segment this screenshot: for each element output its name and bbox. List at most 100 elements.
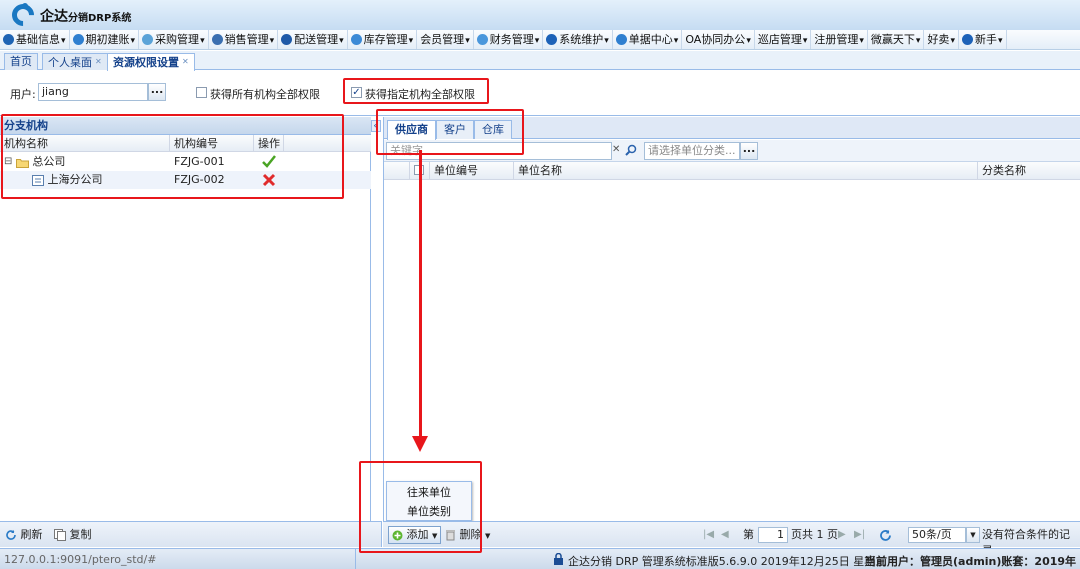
menu-icon: [281, 34, 293, 45]
chevron-down-icon: ▾: [802, 36, 808, 46]
page-number-input[interactable]: 1: [758, 527, 788, 543]
menu-item-label: 巡店管理: [757, 33, 802, 46]
chevron-down-icon: ▾: [604, 36, 609, 46]
menu-icon: [961, 34, 973, 45]
user-label: 用户:: [10, 88, 36, 101]
account-prefix: 账套：: [1001, 555, 1035, 568]
col-category-name[interactable]: 分类名称: [978, 162, 1080, 179]
menu-item[interactable]: 注册管理▾: [811, 30, 868, 49]
annotation-arrow-shaft: [419, 150, 422, 440]
page-label: 第: [743, 528, 754, 541]
current-user-value: 管理员(admin): [920, 555, 1002, 568]
refresh-icon: [6, 530, 16, 540]
menu-item-label: 微赢天下: [870, 33, 915, 46]
chevron-down-icon: ▾: [859, 36, 864, 46]
app-title-sub: 分销DRP系统: [68, 13, 132, 24]
user-options-bar: 用户: jiang ... 获得所有机构全部权限 ✓ 获得指定机构全部权限: [0, 71, 1080, 116]
branch-toolbar: 刷新 复制: [0, 521, 382, 547]
menu-item-label: 期初建账: [85, 33, 130, 46]
reload-icon[interactable]: [879, 529, 892, 542]
status-divider: [355, 549, 356, 569]
chevron-down-icon[interactable]: ▼: [966, 527, 980, 543]
menu-icon: [142, 34, 154, 45]
next-page-icon[interactable]: ▶: [838, 527, 846, 543]
menu-item[interactable]: 销售管理▾: [209, 30, 279, 49]
menu-item[interactable]: 单据中心▾: [613, 30, 683, 49]
close-icon[interactable]: ✕: [182, 54, 189, 69]
chevron-down-icon: ▾: [673, 36, 679, 46]
search-icon[interactable]: [625, 144, 637, 156]
chevron-down-icon: ▾: [200, 36, 205, 46]
chevron-down-icon: ▾: [950, 36, 955, 46]
unit-toolbar: 添加 ▼ 删除 ▼ |◀ ◀ 第 1 页共 1 页 ▶ ▶| 50条/页 ▼ 没…: [383, 521, 1080, 557]
menu-icon: [3, 34, 14, 45]
menu-icon: [350, 34, 362, 45]
main-menu-bar: 基础信息▾ 期初建账▾ 采购管理▾ 销售管理▾ 配送管理▾ 库存管理▾ 会员管理▾ 财务管理▾…: [0, 30, 1080, 50]
refresh-button[interactable]: 刷新: [5, 527, 43, 543]
page-size-select[interactable]: 50条/页: [908, 527, 966, 543]
menu-item[interactable]: 新手▾: [959, 30, 1007, 49]
chevron-down-icon: ▾: [915, 36, 921, 46]
menu-item-label: 采购管理: [155, 33, 200, 46]
clear-icon[interactable]: ✕: [612, 144, 620, 155]
tab-label: 资源权限设置: [113, 56, 179, 69]
current-user-prefix: 当前用户：: [865, 555, 920, 568]
menu-item[interactable]: 会员管理▾: [417, 30, 474, 49]
menu-item[interactable]: 系统维护▾: [543, 30, 613, 49]
menu-item[interactable]: 巡店管理▾: [755, 30, 812, 49]
category-picker-button[interactable]: ...: [740, 142, 758, 160]
chevron-down-icon: ▾: [465, 36, 470, 46]
category-input[interactable]: 请选择单位分类...: [644, 142, 740, 160]
tab-personal-desktop[interactable]: 个人桌面 ✕: [42, 53, 108, 70]
menu-item-label: 财务管理: [489, 33, 534, 46]
chevron-down-icon: ▾: [997, 36, 1003, 46]
menu-item-label: 会员管理: [420, 33, 465, 46]
menu-item-label: 单据中心: [628, 33, 673, 46]
chevron-down-icon: ▼: [485, 532, 491, 540]
last-page-icon[interactable]: ▶|: [854, 527, 865, 543]
menu-icon: [476, 34, 488, 45]
chevron-down-icon: ▾: [339, 36, 344, 46]
menu-item[interactable]: 微赢天下▾: [868, 30, 925, 49]
menu-item[interactable]: 配送管理▾: [278, 30, 348, 49]
menu-icon: [211, 34, 223, 45]
annotation-box-specific-orgs: [343, 78, 489, 104]
app-title: 企达分销DRP系统: [40, 6, 131, 26]
annotation-arrow-head: [412, 436, 428, 452]
menu-item-label: 系统维护: [559, 33, 604, 46]
menu-item-label: 新手: [974, 33, 997, 46]
menu-item[interactable]: 采购管理▾: [139, 30, 209, 49]
menu-item[interactable]: 好卖▾: [924, 30, 959, 49]
menu-item[interactable]: 期初建账▾: [70, 30, 140, 49]
menu-item[interactable]: 库存管理▾: [348, 30, 418, 49]
menu-icon: [615, 34, 627, 45]
annotation-box-unit-tabs: [376, 109, 524, 155]
refresh-label: 刷新: [20, 528, 43, 541]
close-icon[interactable]: ✕: [95, 54, 102, 69]
first-page-icon[interactable]: |◀: [703, 527, 714, 543]
tab-resource-permission[interactable]: 资源权限设置 ✕: [107, 53, 195, 71]
status-url: 127.0.0.1:9091/ptero_std/#: [4, 553, 157, 566]
app-title-main: 企达: [40, 9, 68, 25]
menu-item-label: OA协同办公: [685, 33, 746, 46]
title-bar: 企达分销DRP系统: [0, 0, 1080, 31]
menu-item-label: 基础信息: [16, 33, 60, 46]
lock-icon: [554, 553, 563, 565]
col-unit-name[interactable]: 单位名称: [514, 162, 978, 179]
tab-home[interactable]: 首页: [4, 53, 38, 70]
col-unit-code[interactable]: 单位编号: [430, 162, 514, 179]
menu-item-label: 库存管理: [363, 33, 408, 46]
chevron-down-icon: ▾: [130, 36, 136, 46]
user-input[interactable]: jiang: [38, 83, 148, 101]
all-orgs-checkbox[interactable]: [196, 87, 207, 98]
menu-item-label: 注册管理: [814, 33, 859, 46]
menu-item[interactable]: 财务管理▾: [474, 30, 544, 49]
menu-item[interactable]: OA协同办公▾: [682, 30, 755, 49]
prev-page-icon[interactable]: ◀: [721, 527, 729, 543]
menu-item[interactable]: 基础信息▾: [0, 30, 70, 49]
page-total: 页共 1 页: [791, 528, 838, 541]
user-picker-button[interactable]: ...: [148, 83, 166, 101]
annotation-box-branch-list: [1, 114, 344, 199]
no-records-text: 没有符合条件的记录: [982, 528, 1070, 557]
copy-button[interactable]: 复制: [54, 527, 92, 543]
